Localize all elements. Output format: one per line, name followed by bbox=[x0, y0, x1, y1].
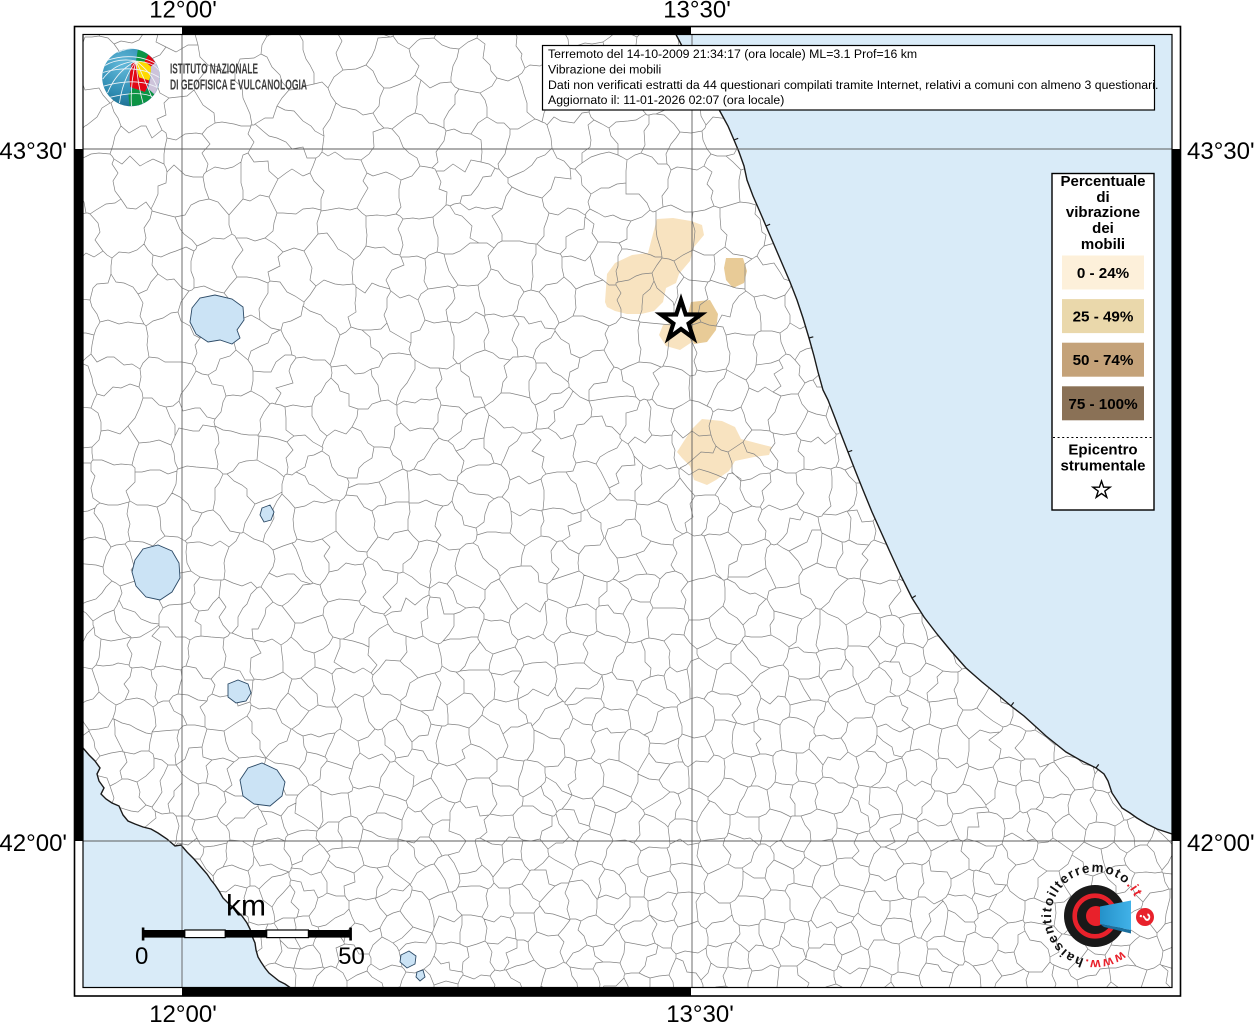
svg-text:km: km bbox=[226, 890, 266, 923]
svg-text:0: 0 bbox=[135, 943, 148, 970]
svg-text:13°30': 13°30' bbox=[666, 1001, 734, 1024]
svg-text:DI GEOFISICA E VULCANOLOGIA: DI GEOFISICA E VULCANOLOGIA bbox=[170, 78, 307, 94]
svg-text:50: 50 bbox=[338, 943, 365, 970]
svg-text:dei: dei bbox=[1092, 220, 1114, 237]
svg-text:ISTITUTO NAZIONALE: ISTITUTO NAZIONALE bbox=[170, 62, 258, 78]
svg-text:Terremoto del 14-10-2009 21:34: Terremoto del 14-10-2009 21:34:17 (ora l… bbox=[548, 47, 917, 61]
svg-text:42°00': 42°00' bbox=[1187, 830, 1255, 857]
svg-text:42°00': 42°00' bbox=[0, 830, 67, 857]
svg-text:50 - 74%: 50 - 74% bbox=[1073, 352, 1134, 369]
svg-text:Vibrazione dei mobili: Vibrazione dei mobili bbox=[548, 63, 661, 77]
svg-text:0 - 24%: 0 - 24% bbox=[1077, 265, 1130, 282]
svg-text:Epicentro: Epicentro bbox=[1068, 442, 1137, 459]
svg-text:vibrazione: vibrazione bbox=[1066, 204, 1140, 221]
svg-text:13°30': 13°30' bbox=[663, 0, 731, 24]
svg-text:mobili: mobili bbox=[1081, 236, 1125, 253]
svg-text:12°00': 12°00' bbox=[149, 0, 217, 24]
svg-text:75 - 100%: 75 - 100% bbox=[1068, 396, 1138, 413]
svg-text:43°30': 43°30' bbox=[1187, 138, 1255, 165]
svg-text:43°30': 43°30' bbox=[0, 138, 67, 165]
svg-text:25 - 49%: 25 - 49% bbox=[1073, 309, 1134, 326]
svg-text:Dati non verificati estratti d: Dati non verificati estratti da 44 quest… bbox=[548, 78, 1158, 92]
svg-text:12°00': 12°00' bbox=[149, 1001, 217, 1024]
svg-text:Aggiornato il: 11-01-2026 02:0: Aggiornato il: 11-01-2026 02:07 (ora loc… bbox=[548, 93, 784, 107]
svg-text:strumentale: strumentale bbox=[1060, 458, 1145, 475]
svg-text:Percentuale: Percentuale bbox=[1060, 173, 1145, 190]
